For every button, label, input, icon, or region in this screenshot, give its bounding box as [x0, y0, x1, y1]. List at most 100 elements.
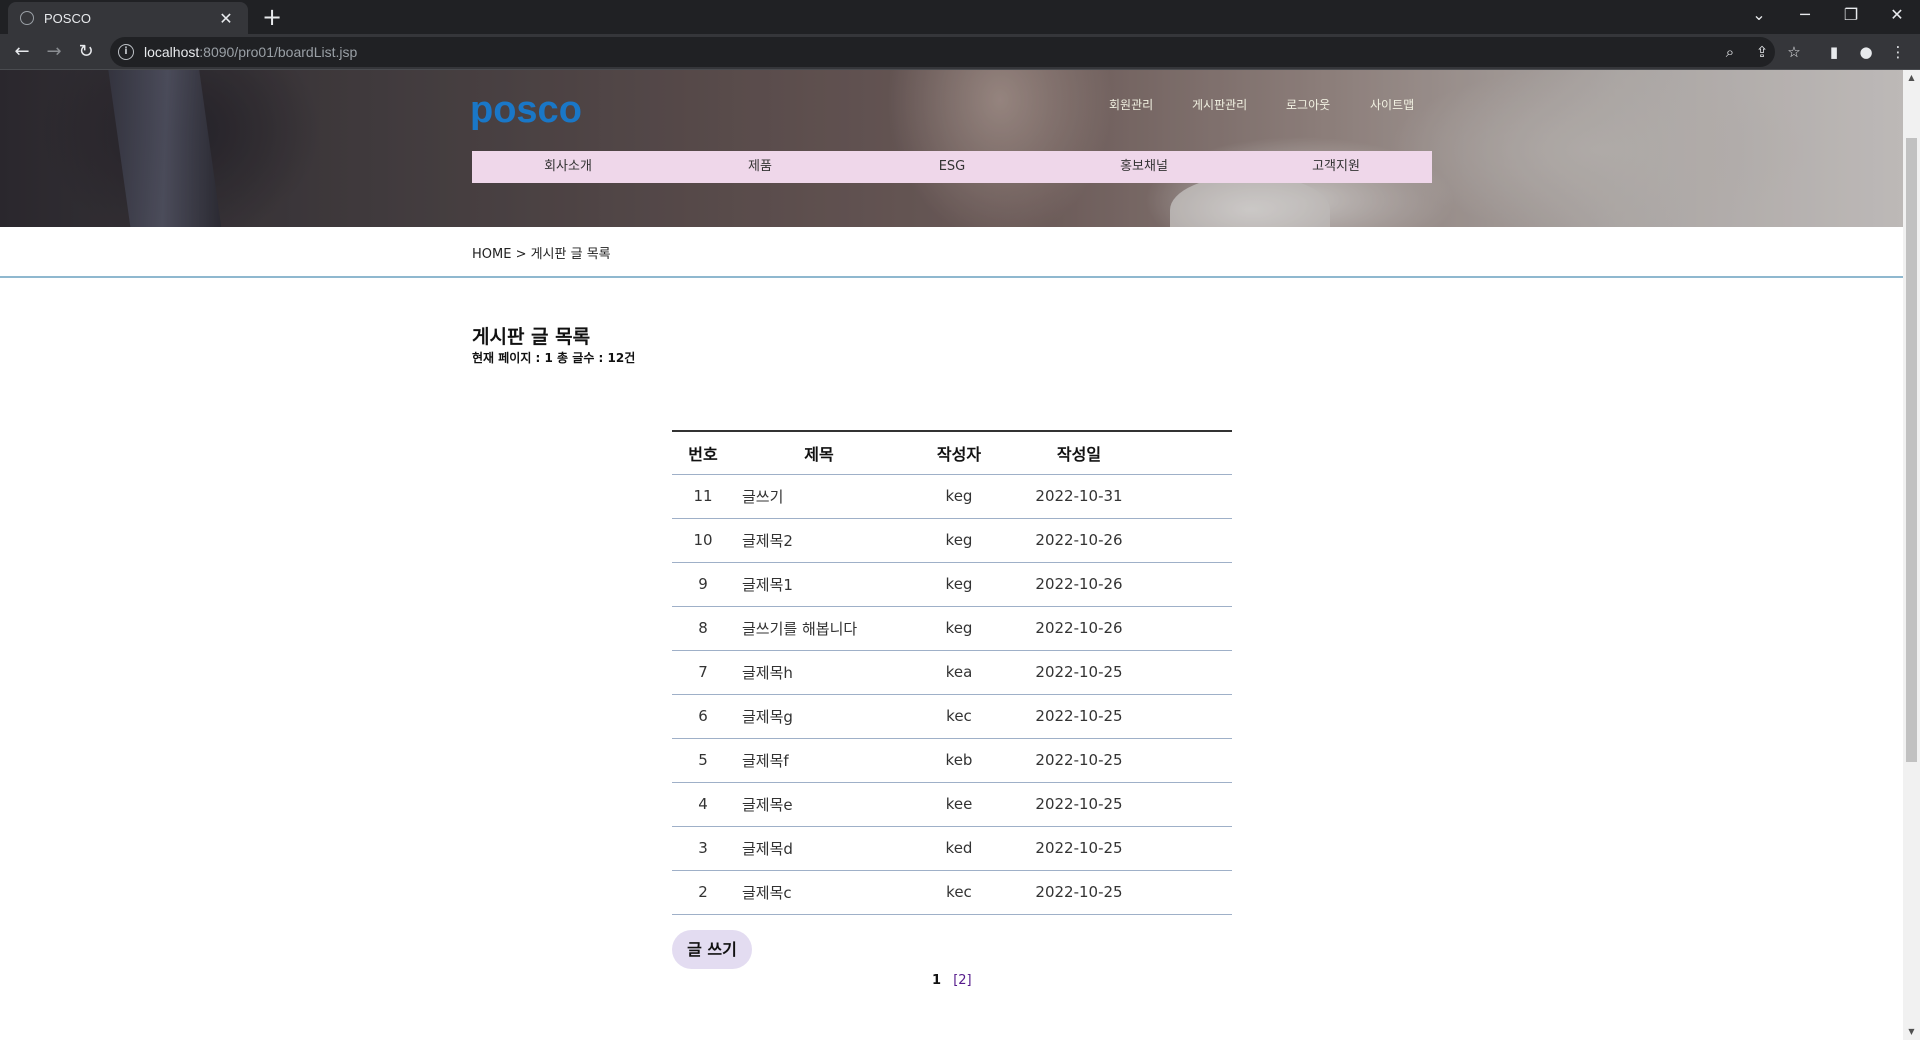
cell-author: keg	[904, 562, 1014, 607]
address-bar-row: ← → ↻ i localhost:8090/pro01/boardList.j…	[0, 34, 1920, 70]
cell-author: kec	[904, 870, 1014, 915]
table-row: 11 글쓰기 keg 2022-10-31	[672, 474, 1232, 519]
cell-no: 5	[672, 738, 734, 783]
cell-author: keg	[904, 518, 1014, 563]
cell-title[interactable]: 글제목h	[734, 650, 904, 695]
breadcrumb: HOME > 게시판 글 목록	[472, 247, 611, 262]
page-info: 현재 페이지 : 1 총 글수 : 12건	[472, 351, 636, 365]
cell-no: 2	[672, 870, 734, 915]
minimize-button[interactable]: ─	[1782, 0, 1828, 30]
cell-no: 6	[672, 694, 734, 739]
reload-icon[interactable]: ↻	[72, 38, 100, 66]
table-row: 10 글제목2 keg 2022-10-26	[672, 518, 1232, 563]
table-header-row: 번호 제목 작성자 작성일	[672, 430, 1232, 475]
page-viewport: posco 회원관리 게시판관리 로그아웃 사이트맵 회사소개 제품 ESG 홍…	[0, 70, 1903, 1040]
cell-no: 11	[672, 474, 734, 519]
table-row: 6 글제목g kec 2022-10-25	[672, 694, 1232, 739]
cell-author: ked	[904, 826, 1014, 871]
info-icon[interactable]: i	[118, 44, 134, 60]
cell-date: 2022-10-25	[1014, 870, 1144, 915]
page-scrollbar[interactable]: ▲ ▼	[1903, 70, 1920, 1040]
cell-no: 4	[672, 782, 734, 827]
nav-company[interactable]: 회사소개	[472, 151, 664, 183]
posco-logo[interactable]: posco	[470, 89, 582, 132]
cell-title[interactable]: 글제목e	[734, 782, 904, 827]
cell-date: 2022-10-25	[1014, 826, 1144, 871]
cell-no: 7	[672, 650, 734, 695]
pagination: 1 [2]	[932, 973, 972, 988]
table-row: 7 글제목h kea 2022-10-25	[672, 650, 1232, 695]
scroll-up-arrow-icon[interactable]: ▲	[1903, 70, 1920, 86]
tab-title: POSCO	[44, 10, 91, 26]
column-header-date: 작성일	[1014, 430, 1144, 475]
share-icon[interactable]: ⇪	[1748, 38, 1776, 66]
tab-search-icon[interactable]: ⌄	[1736, 0, 1782, 30]
cell-author: keg	[904, 474, 1014, 519]
zoom-icon[interactable]: ⌕	[1716, 38, 1744, 66]
scrollbar-thumb[interactable]	[1906, 138, 1917, 762]
globe-icon	[20, 11, 34, 25]
url-input[interactable]: i localhost:8090/pro01/boardList.jsp	[110, 37, 1775, 67]
cell-title[interactable]: 글쓰기를 해봅니다	[734, 606, 904, 651]
cell-date: 2022-10-26	[1014, 562, 1144, 607]
cell-title[interactable]: 글쓰기	[734, 474, 904, 519]
cell-author: kea	[904, 650, 1014, 695]
top-menu-logout[interactable]: 로그아웃	[1286, 96, 1330, 113]
cell-date: 2022-10-25	[1014, 738, 1144, 783]
table-row: 5 글제목f keb 2022-10-25	[672, 738, 1232, 783]
cell-title[interactable]: 글제목c	[734, 870, 904, 915]
cell-date: 2022-10-26	[1014, 606, 1144, 651]
top-menu-members[interactable]: 회원관리	[1109, 96, 1153, 113]
cell-title[interactable]: 글제목d	[734, 826, 904, 871]
main-nav: 회사소개 제품 ESG 홍보채널 고객지원	[472, 151, 1432, 183]
write-post-button[interactable]: 글 쓰기	[672, 930, 752, 969]
back-arrow-icon[interactable]: ←	[8, 38, 36, 66]
table-row: 4 글제목e kee 2022-10-25	[672, 782, 1232, 827]
cell-date: 2022-10-26	[1014, 518, 1144, 563]
page-title: 게시판 글 목록	[472, 326, 591, 348]
board-table: 번호 제목 작성자 작성일 11 글쓰기 keg 2022-10-31 10 글제목2 ke…	[672, 430, 1232, 915]
new-tab-button[interactable]: +	[258, 3, 286, 31]
top-menu-board[interactable]: 게시판관리	[1192, 96, 1247, 113]
cell-no: 3	[672, 826, 734, 871]
side-panel-icon[interactable]: ▮	[1820, 38, 1848, 66]
cell-date: 2022-10-25	[1014, 782, 1144, 827]
table-row: 2 글제목c kec 2022-10-25	[672, 870, 1232, 915]
cell-title[interactable]: 글제목1	[734, 562, 904, 607]
cell-author: kee	[904, 782, 1014, 827]
bookmark-star-icon[interactable]: ☆	[1780, 38, 1808, 66]
breadcrumb-divider	[0, 276, 1903, 278]
menu-kebab-icon[interactable]: ⋮	[1884, 38, 1912, 66]
browser-tab-bar: POSCO ✕ + ⌄ ─ ❐ ✕	[0, 0, 1920, 34]
close-tab-icon[interactable]: ✕	[216, 9, 236, 28]
page-current: 1	[932, 973, 942, 988]
restore-button[interactable]: ❐	[1828, 0, 1874, 30]
cell-no: 8	[672, 606, 734, 651]
nav-esg[interactable]: ESG	[856, 151, 1048, 183]
nav-pr-channel[interactable]: 홍보채널	[1048, 151, 1240, 183]
cell-author: keg	[904, 606, 1014, 651]
close-window-button[interactable]: ✕	[1874, 0, 1920, 30]
table-row: 3 글제목d ked 2022-10-25	[672, 826, 1232, 871]
cell-no: 10	[672, 518, 734, 563]
forward-arrow-icon[interactable]: →	[40, 38, 68, 66]
column-header-no: 번호	[672, 430, 734, 475]
nav-support[interactable]: 고객지원	[1240, 151, 1432, 183]
browser-tab[interactable]: POSCO ✕	[8, 2, 248, 34]
profile-icon[interactable]: ●	[1852, 38, 1880, 66]
cell-title[interactable]: 글제목g	[734, 694, 904, 739]
table-row: 8 글쓰기를 해봅니다 keg 2022-10-26	[672, 606, 1232, 651]
column-header-title: 제목	[734, 430, 904, 475]
cell-title[interactable]: 글제목f	[734, 738, 904, 783]
url-text: localhost:8090/pro01/boardList.jsp	[144, 44, 358, 60]
table-row: 9 글제목1 keg 2022-10-26	[672, 562, 1232, 607]
page-link-2[interactable]: [2]	[953, 973, 971, 988]
cell-title[interactable]: 글제목2	[734, 518, 904, 563]
hero-banner: posco 회원관리 게시판관리 로그아웃 사이트맵 회사소개 제품 ESG 홍…	[0, 70, 1903, 227]
cell-author: keb	[904, 738, 1014, 783]
scroll-down-arrow-icon[interactable]: ▼	[1903, 1024, 1920, 1040]
top-menu-sitemap[interactable]: 사이트맵	[1370, 96, 1414, 113]
nav-products[interactable]: 제품	[664, 151, 856, 183]
column-header-author: 작성자	[904, 430, 1014, 475]
cell-date: 2022-10-25	[1014, 694, 1144, 739]
